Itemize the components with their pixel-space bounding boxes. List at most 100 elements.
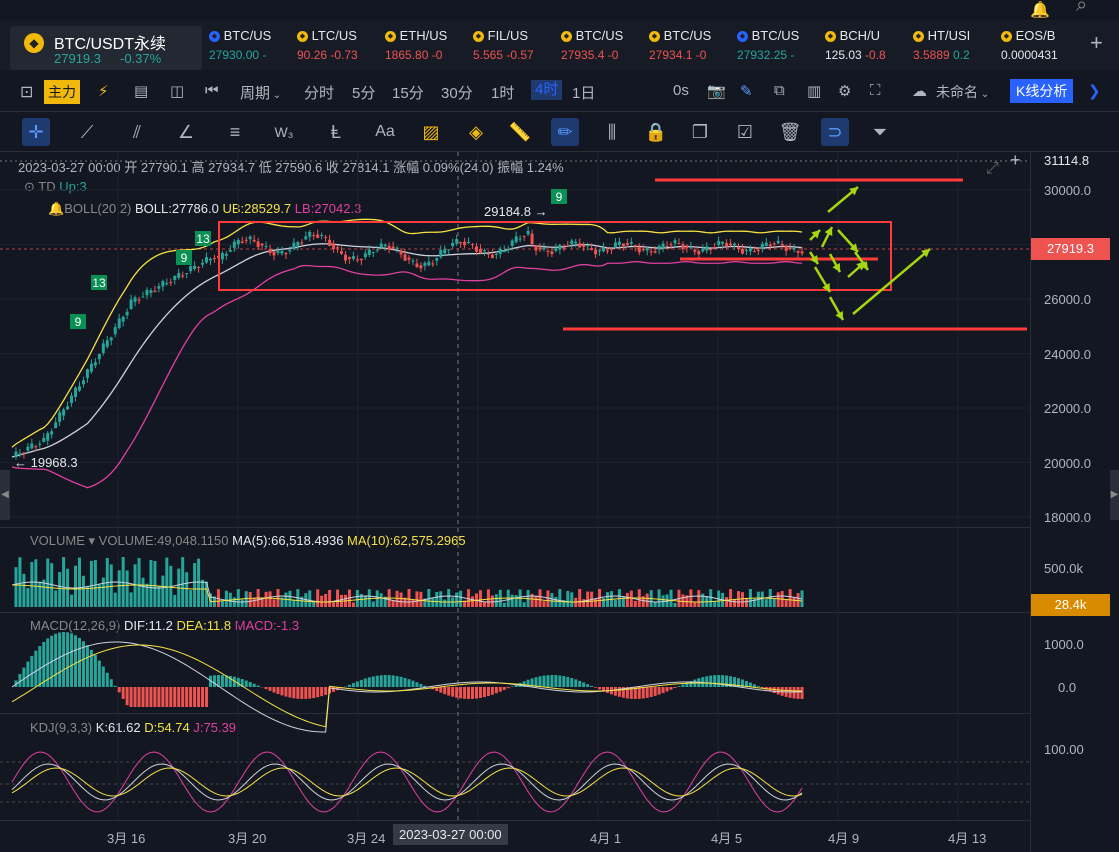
volume-bar xyxy=(709,589,713,607)
macd-bar xyxy=(657,687,661,695)
volume-bar xyxy=(478,590,482,607)
macd-bar xyxy=(30,655,34,687)
ticker-tab[interactable]: ◆ HT/USI 3.5889 0.2 xyxy=(913,28,970,68)
add-indicator-icon[interactable]: + xyxy=(1010,150,1021,171)
candle-body xyxy=(228,250,232,252)
macd-bar xyxy=(713,675,717,687)
macd-bar xyxy=(756,686,760,687)
candle-body xyxy=(669,244,673,246)
price-axis-label: 20000.0 xyxy=(1044,456,1091,471)
interval-tab[interactable]: 4时 xyxy=(531,80,563,100)
magic-pen-icon[interactable]: ✏ xyxy=(551,118,579,146)
main-symbol-tab[interactable]: ◆ BTC/USDT永续 27919.3 -0.37% xyxy=(10,26,202,70)
ticker-tab[interactable]: ◆ BCH/U 125.03 -0.8 xyxy=(825,28,886,68)
volume-bar xyxy=(625,592,629,607)
copy-icon[interactable]: ❐ xyxy=(686,118,714,146)
wave-icon[interactable]: W₃ xyxy=(270,118,298,146)
candle-body xyxy=(66,406,70,410)
screenshot-icon[interactable]: ⧉ xyxy=(774,82,785,99)
volume-bar xyxy=(70,594,74,607)
candle-body xyxy=(181,275,185,277)
search-icon[interactable]: ⌕ xyxy=(1076,0,1087,17)
crosshair-icon[interactable]: ✛ xyxy=(22,118,50,146)
gann-icon[interactable]: ◈ xyxy=(462,118,490,146)
zero-s-button[interactable]: 0s xyxy=(673,82,689,99)
interval-tab[interactable]: 1日 xyxy=(572,82,595,103)
volume-bar xyxy=(653,601,657,607)
macd-bar xyxy=(510,686,514,687)
volume-bar xyxy=(320,595,324,607)
ticker-name: FIL/US xyxy=(487,28,529,43)
volume-bar xyxy=(363,595,367,607)
text-annotation-icon[interactable]: Ⱡ xyxy=(322,118,350,146)
candle-body xyxy=(252,239,256,242)
ticker-tab[interactable]: ◆ LTC/US 90.26 -0.73 xyxy=(297,28,358,68)
candlestick-chart[interactable]: 9 13 9 13 9 xyxy=(0,152,1030,852)
candle-body xyxy=(336,247,340,249)
main-force-button[interactable]: 主力 xyxy=(44,80,80,104)
kline-analysis-button[interactable]: K线分析 xyxy=(1010,79,1074,103)
trend-line-icon[interactable]: ⟋ xyxy=(73,118,101,146)
volume-bar xyxy=(443,599,447,607)
macd-bar xyxy=(316,687,320,698)
candle-body xyxy=(332,243,336,249)
candle-body xyxy=(85,369,89,379)
ticker-tab[interactable]: ◆ BTC/US 27930.00 - xyxy=(209,28,271,68)
volume-bar xyxy=(681,594,685,607)
parallel-channel-icon[interactable]: ⫽ xyxy=(123,118,151,146)
magnet-icon[interactable]: ⊃ xyxy=(821,118,849,146)
expand-icon[interactable]: ⤢ xyxy=(986,160,999,178)
macd-bar xyxy=(367,677,371,687)
cloud-icon[interactable]: ☁ xyxy=(912,82,927,100)
layout-icon[interactable]: ◫ xyxy=(170,82,184,100)
candle-body xyxy=(276,251,280,253)
edit-icon[interactable]: ☑ xyxy=(731,118,759,146)
macd-bar xyxy=(38,646,42,687)
scroll-left-handle[interactable]: ◀ xyxy=(0,470,10,520)
ticker-tab[interactable]: ◆ FIL/US 5.565 -0.57 xyxy=(473,28,534,68)
chart-type-icon[interactable]: ⊡ xyxy=(20,82,33,102)
layout-name-dropdown[interactable]: 未命名 ⌄ xyxy=(936,82,989,102)
trash-icon[interactable]: 🗑 xyxy=(776,118,804,146)
angle-icon[interactable]: ∠ xyxy=(172,118,200,146)
collapse-icon[interactable]: ❯ xyxy=(1088,82,1101,100)
macd-bar xyxy=(463,687,467,699)
macd-bar xyxy=(550,675,554,687)
lock-icon[interactable]: 🔒 xyxy=(642,118,670,146)
fib-icon[interactable]: ▨ xyxy=(417,118,445,146)
bell-icon[interactable]: 🔔 xyxy=(1030,0,1050,20)
fullscreen-icon[interactable]: ⛶ xyxy=(870,82,881,99)
candle-icon[interactable]: ⫼ xyxy=(598,118,626,146)
calendar-icon[interactable]: ▤ xyxy=(134,82,148,100)
template-icon[interactable]: ▥ xyxy=(807,82,821,100)
interval-tab[interactable]: 分时 xyxy=(304,82,334,103)
volume-bar xyxy=(776,592,780,607)
macd-bar xyxy=(586,684,590,687)
ticker-tab[interactable]: ◆ ETH/US 1865.80 -0 xyxy=(385,28,447,68)
interval-tab[interactable]: 5分 xyxy=(352,82,375,103)
ticker-tab[interactable]: ◆ BTC/US 27932.25 - xyxy=(737,28,799,68)
lightning-icon[interactable]: ⚡ xyxy=(98,82,109,100)
horizontal-lines-icon[interactable]: ≡ xyxy=(221,118,249,146)
ticker-tab[interactable]: ◆ BTC/US 27934.1 -0 xyxy=(649,28,711,68)
camera-icon[interactable]: 📷 xyxy=(707,82,726,100)
candle-body xyxy=(510,240,514,246)
interval-tab[interactable]: 30分 xyxy=(441,82,473,103)
volume-bar xyxy=(629,590,633,607)
ticker-tab[interactable]: ◆ BTC/US 27935.4 -0 xyxy=(561,28,623,68)
replay-icon[interactable]: ⏮ xyxy=(205,82,219,99)
scroll-right-handle[interactable]: ▶ xyxy=(1110,470,1119,520)
add-tab-icon[interactable]: + xyxy=(1090,30,1103,56)
filter-icon[interactable]: ⏷ xyxy=(866,118,894,146)
ruler-icon[interactable]: 📏 xyxy=(506,118,534,146)
ticker-name: BTC/US xyxy=(223,28,272,43)
pen-icon[interactable]: ✎ xyxy=(740,82,753,100)
period-dropdown[interactable]: 周期 ⌄ xyxy=(240,82,281,103)
settings-icon[interactable]: ⚙ xyxy=(838,82,851,100)
candle-body xyxy=(542,247,546,250)
font-icon[interactable]: Aa xyxy=(371,118,399,146)
candle-body xyxy=(740,248,744,254)
interval-tab[interactable]: 1时 xyxy=(491,82,514,103)
ticker-tab[interactable]: ◆ EOS/B 0.0000431 xyxy=(1001,28,1058,68)
interval-tab[interactable]: 15分 xyxy=(392,82,424,103)
